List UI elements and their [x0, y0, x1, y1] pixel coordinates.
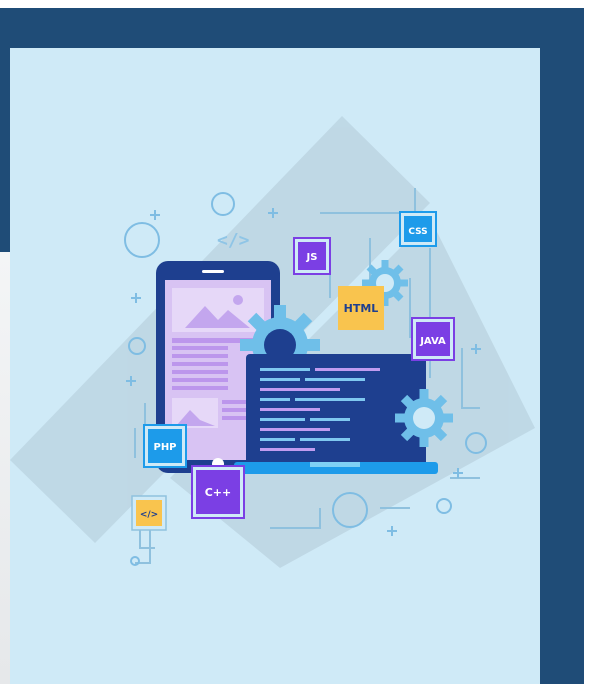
tag-code-small: </> [131, 495, 167, 531]
top-margin [0, 0, 591, 8]
svg-text:PHP: PHP [153, 442, 176, 453]
tag-php: PHP [143, 424, 187, 468]
tag-cpp: C++ [191, 465, 245, 519]
tag-css: CSS [399, 211, 437, 247]
svg-text:CSS: CSS [408, 227, 427, 237]
svg-text:</>: </> [140, 510, 158, 520]
svg-text:JS: JS [306, 252, 318, 263]
svg-text:HTML: HTML [344, 302, 379, 315]
svg-text:C++: C++ [205, 486, 232, 499]
tag-html: HTML [338, 286, 384, 330]
tag-js: JS [293, 237, 331, 275]
code-symbol-floating: </> [217, 230, 250, 251]
svg-text:JAVA: JAVA [419, 336, 446, 347]
illustration-card: </> CSS JS HTML JAVA PHP C++ </> [10, 48, 540, 684]
web-development-illustration: </> CSS JS HTML JAVA PHP C++ </> [10, 116, 535, 568]
tag-java: JAVA [411, 317, 455, 361]
